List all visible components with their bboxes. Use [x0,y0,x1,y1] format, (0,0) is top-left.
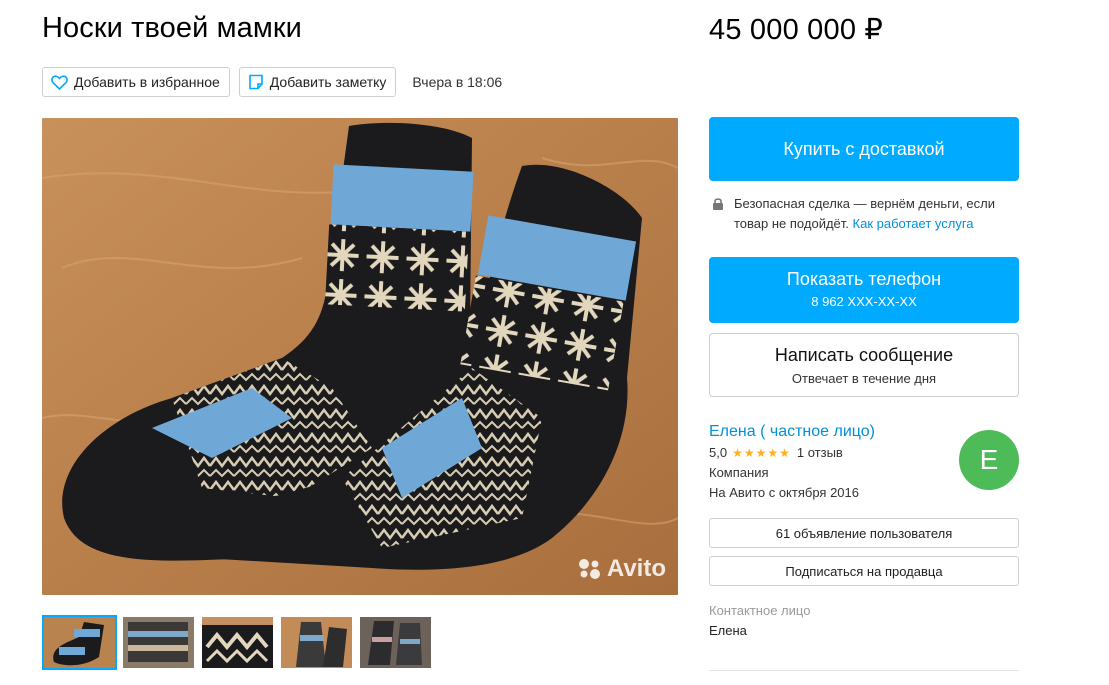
show-phone-label: Показать телефон [786,269,942,289]
seller-card: Елена ( частное лицо) 5,0 ★★★★★ 1 отзыв … [709,423,1019,513]
safe-deal-notice: Безопасная сделка — вернём деньги, если … [709,194,1019,234]
avito-logo-icon [578,559,600,579]
write-message-label: Написать сообщение [774,345,954,365]
buy-with-delivery-button[interactable]: Купить с доставкой [709,117,1019,181]
contact-person-name: Елена [709,623,747,638]
lock-icon [713,198,723,210]
add-note-label: Добавить заметку [269,74,387,90]
subscribe-seller-button[interactable]: Подписаться на продавца [709,556,1019,586]
response-time: Отвечает в течение дня [791,371,937,386]
main-photo[interactable]: Avito [42,118,678,595]
thumbnail[interactable] [279,615,354,670]
note-icon [248,74,263,90]
avito-watermark-text: Avito [606,555,666,582]
contact-person: Контактное лицо Елена [709,603,1019,638]
avatar[interactable]: Е [959,430,1019,490]
heart-icon [51,74,68,90]
listing-title: Носки твоей мамки [42,12,302,44]
thumbnail[interactable] [200,615,275,670]
add-to-favorites-button[interactable]: Добавить в избранное [42,67,230,97]
thumbnail[interactable] [121,615,196,670]
divider [709,670,1019,671]
show-phone-button[interactable]: Показать телефон 8 962 XXX-XX-XX [709,257,1019,323]
socks-photo-image [42,118,678,595]
reviews-link[interactable]: 1 отзыв [797,445,843,460]
thumbnail[interactable] [358,615,433,670]
user-ads-button[interactable]: 61 объявление пользователя [709,518,1019,548]
phone-number-masked: 8 962 XXX-XX-XX [811,294,917,309]
add-note-button[interactable]: Добавить заметку [238,67,397,97]
contact-person-label: Контактное лицо [709,603,811,618]
seller-since: На Авито с октября 2016 [709,485,859,500]
avito-watermark: Avito [577,555,666,583]
add-to-favorites-label: Добавить в избранное [74,74,220,90]
listing-actions: Добавить в избранное Добавить заметку Вч… [42,67,502,97]
thumbnail[interactable] [42,615,117,670]
thumbnail-strip [42,615,433,670]
write-message-button[interactable]: Написать сообщение Отвечает в течение дн… [709,333,1019,397]
posted-time: Вчера в 18:06 [412,74,503,90]
rating-value: 5,0 [709,445,728,460]
listing-price: 45 000 000 ₽ [709,14,884,46]
rating-stars-icon: ★★★★★ [732,445,791,460]
how-service-works-link[interactable]: Как работает услуга [853,216,974,231]
